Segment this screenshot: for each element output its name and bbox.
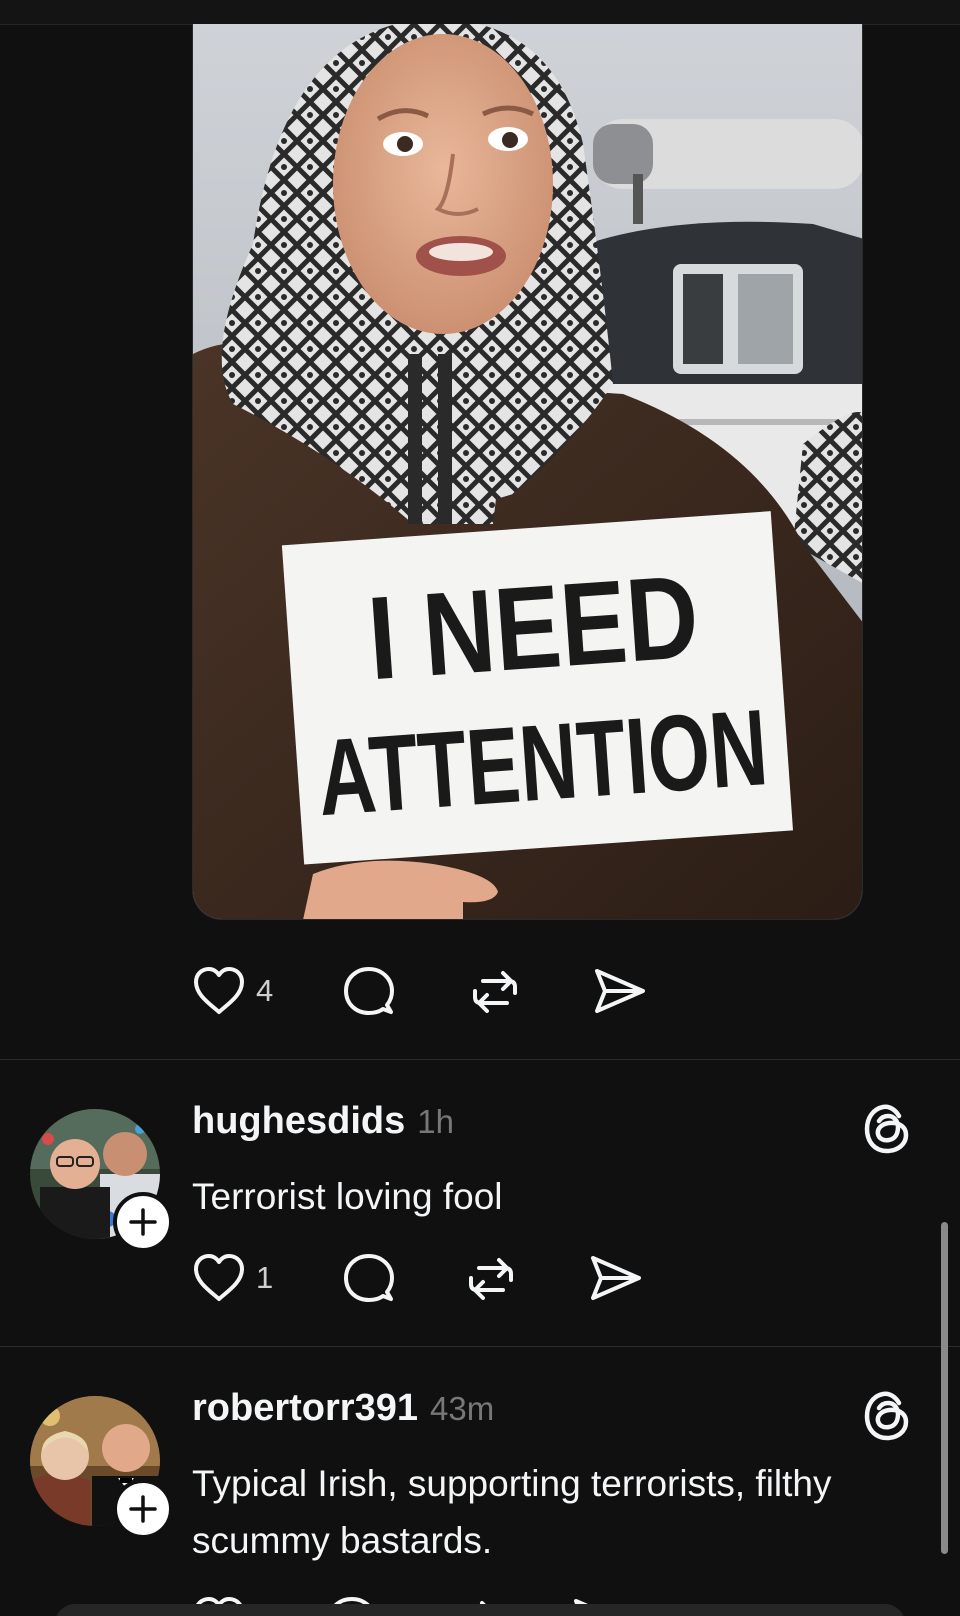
username[interactable]: robertorr391 (192, 1387, 418, 1430)
reply-item[interactable]: hughesdids 1h Terrorist loving fool 1 (0, 1060, 960, 1346)
send-icon (595, 969, 646, 1013)
threads-feed: I NEED ATTENTION 4 hughesdids 1h Terrori… (0, 0, 960, 1616)
reply-item[interactable]: robertorr391 43m Typical Irish, supporti… (0, 1347, 960, 1616)
reply-share-button[interactable] (589, 1250, 643, 1306)
reply-repost-button[interactable] (465, 1250, 517, 1306)
post-repost-button[interactable] (469, 963, 521, 1019)
heart-icon (194, 1254, 244, 1301)
sign-line-1: I NEED (364, 551, 702, 706)
repost-icon (469, 1258, 514, 1300)
username[interactable]: hughesdids (192, 1100, 405, 1143)
post-reply-button[interactable] (343, 963, 395, 1019)
post-share-button[interactable] (593, 963, 647, 1019)
reply-header: hughesdids 1h (192, 1100, 454, 1143)
threads-icon[interactable] (862, 1389, 912, 1443)
reply-like-count: 1 (256, 1260, 274, 1295)
timestamp: 43m (429, 1390, 495, 1427)
threads-icon[interactable] (862, 1102, 912, 1156)
timestamp: 1h (417, 1103, 454, 1140)
post-image[interactable]: I NEED ATTENTION (192, 24, 863, 920)
post-like-count: 4 (256, 973, 274, 1008)
post-like-button[interactable]: 4 (192, 963, 273, 1019)
reply-header: robertorr391 43m (192, 1387, 494, 1430)
post-action-bar: 4 (192, 963, 647, 1019)
reply-text: Terrorist loving fool (192, 1176, 503, 1217)
follow-button[interactable] (113, 1479, 173, 1539)
reply-text: Typical Irish, supporting terrorists, fi… (192, 1463, 832, 1561)
send-icon (591, 1256, 642, 1300)
plus-icon (129, 1495, 157, 1523)
reply-action-bar: 1 (192, 1250, 643, 1306)
repost-icon (473, 971, 518, 1013)
scrollbar[interactable] (941, 1222, 948, 1554)
post-photo: I NEED ATTENTION (193, 24, 862, 919)
comment-icon (344, 967, 395, 1015)
reply-like-button[interactable]: 1 (192, 1250, 273, 1306)
heart-icon (194, 967, 244, 1014)
comment-icon (344, 1254, 395, 1302)
plus-icon (129, 1208, 157, 1236)
bottom-sheet-handle[interactable] (55, 1604, 905, 1616)
top-bar-edge (0, 0, 960, 25)
reply-comment-button[interactable] (343, 1250, 395, 1306)
follow-button[interactable] (113, 1192, 173, 1252)
